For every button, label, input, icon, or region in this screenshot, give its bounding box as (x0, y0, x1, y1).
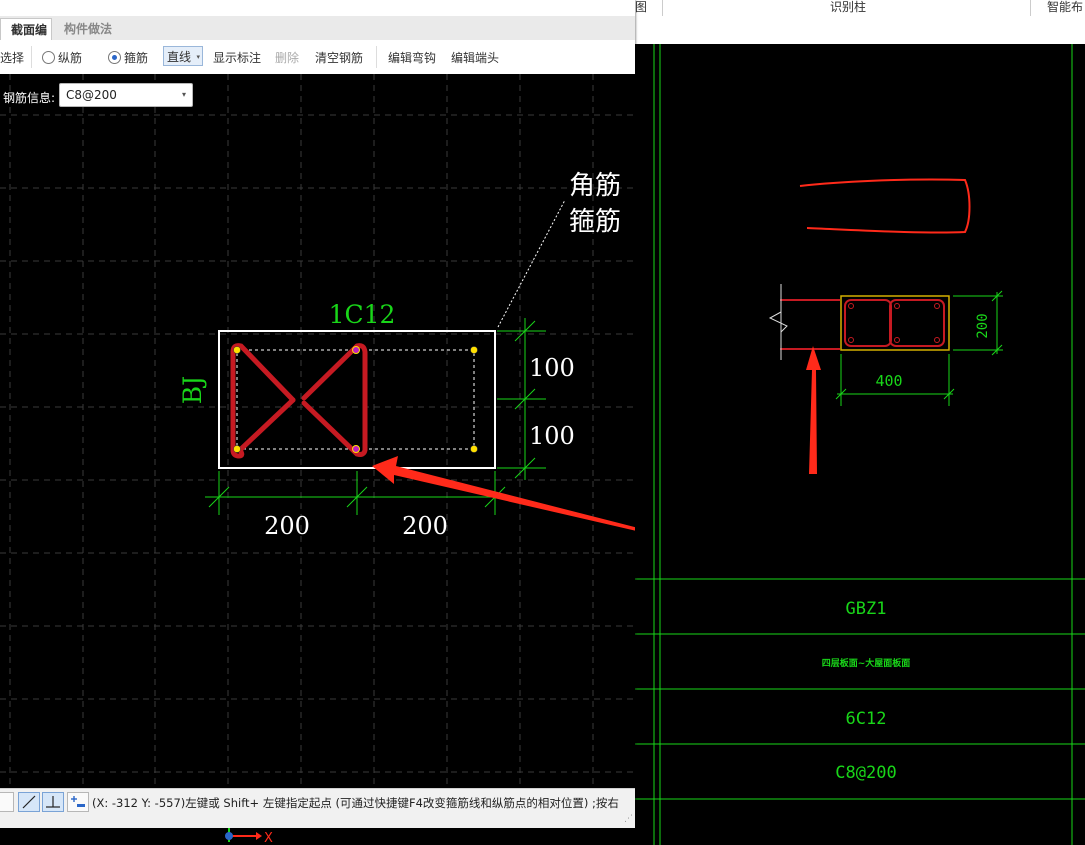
cover-line (236, 349, 475, 450)
dialog-title-strip (0, 0, 635, 17)
dim-label-200: 200 (975, 313, 991, 338)
clear-rebar-button[interactable]: 清空钢筋 (315, 49, 363, 66)
delete-button[interactable]: 删除 (275, 49, 299, 66)
rebar-points (233, 346, 478, 453)
tab-section-edit[interactable]: 截面编辑 (0, 18, 52, 59)
edit-end-button[interactable]: 编辑端头 (451, 49, 499, 66)
add-offset-icon[interactable] (67, 792, 89, 812)
menu-item-identify-column[interactable]: 识别柱 (830, 0, 866, 15)
table-cell-c8-200: C8@200 (835, 763, 896, 783)
resize-grip-icon[interactable]: ⋰ (624, 814, 633, 824)
axis-indicator-icon: X (225, 828, 273, 845)
red-arrow-pointer (372, 456, 635, 531)
rebar-info-select[interactable]: C8@200 ▾ (59, 83, 193, 107)
menu-item-partial[interactable]: 图 (635, 0, 647, 15)
label-top-bars: 1C12 (329, 300, 396, 329)
toolbar-separator (376, 46, 377, 68)
rebar-info-label: 钢筋信息: (3, 91, 56, 105)
menu-item-smart-layout[interactable]: 智能布 (1047, 0, 1083, 15)
radio-stirrup-label: 箍筋 (124, 51, 149, 65)
table-cell-floor-range: 四层板面~大屋面板面 (822, 657, 911, 669)
tab-component-method[interactable]: 构件做法 (56, 18, 120, 40)
annotation-corner-bar: 角筋 (569, 171, 621, 201)
menu-separator (1030, 0, 1031, 16)
dialog-tab-bar: 截面编辑 构件做法 (0, 16, 635, 59)
chevron-down-icon: ▾ (181, 90, 186, 99)
dim-label-400: 400 (875, 372, 902, 390)
annotation-leader (497, 199, 566, 328)
menu-separator (662, 0, 663, 16)
dropdown-arrow-icon: ▾ (196, 53, 200, 61)
line-mode-dropdown[interactable]: 直线 ▾ (163, 46, 203, 66)
background-menubar: 图 识别柱 智能布 (635, 0, 1085, 17)
diagonal-line-icon[interactable] (18, 792, 40, 812)
line-mode-label: 直线 (167, 50, 192, 64)
show-annotation-button[interactable]: 显示标注 (213, 49, 261, 66)
select-button[interactable]: 选择 (0, 49, 24, 66)
edit-hook-button[interactable]: 编辑弯钩 (388, 49, 436, 66)
bottom-dimension (205, 471, 508, 515)
radio-stirrup[interactable]: 箍筋 (108, 49, 148, 66)
red-arrow-up (806, 346, 821, 474)
dim-bottom-right: 200 (402, 512, 448, 540)
table-cell-gbz1: GBZ1 (846, 599, 887, 619)
section-drawing: 角筋 箍筋 1C12 BJ 100 100 200 200 (0, 74, 635, 788)
dim-right-top: 100 (529, 354, 575, 382)
axis-x-label: X (264, 831, 273, 845)
annotation-stirrup: 箍筋 (569, 207, 621, 237)
radio-on-icon (108, 51, 121, 64)
dialog-toolbar: 选择 纵筋 箍筋 直线 ▾ 显示标注 删除 清空钢筋 编辑弯钩 编辑端头 (0, 40, 635, 74)
snap-mode-button[interactable] (0, 792, 14, 812)
label-side-bars: BJ (178, 376, 207, 404)
toolbar-separator (31, 46, 32, 68)
radio-longitudinal[interactable]: 纵筋 (42, 49, 82, 66)
dialog-bottom-strip: ⋰ (0, 814, 635, 828)
right-dimension (497, 318, 546, 480)
section-canvas[interactable]: 角筋 箍筋 1C12 BJ 100 100 200 200 钢筋信息: C8@2… (0, 74, 635, 788)
table-cell-6c12: 6C12 (846, 709, 887, 729)
section-edit-dialog: 截面编辑 构件做法 选择 纵筋 箍筋 直线 ▾ 显示标注 删除 清空钢筋 编辑弯钩… (0, 0, 635, 828)
radio-off-icon (42, 51, 55, 64)
rebar-info-value: C8@200 (66, 88, 117, 102)
background-toolbar-strip (635, 16, 1085, 44)
stirrup-lines (230, 343, 368, 459)
status-text: (X: -312 Y: -557)左键或 Shift+ 左键指定起点 (可通过快… (92, 796, 619, 810)
dim-bottom-left: 200 (264, 512, 310, 540)
status-bar: (X: -312 Y: -557)左键或 Shift+ 左键指定起点 (可通过快… (0, 788, 635, 817)
radio-longitudinal-label: 纵筋 (58, 51, 83, 65)
perpendicular-icon[interactable] (42, 792, 64, 812)
background-cad-drawing: 200 400 GBZ1 四层板面~大屋面板面 6C12 C8@200 (635, 44, 1085, 845)
red-scribble-mark (799, 178, 971, 234)
dim-right-bottom: 100 (529, 422, 575, 450)
